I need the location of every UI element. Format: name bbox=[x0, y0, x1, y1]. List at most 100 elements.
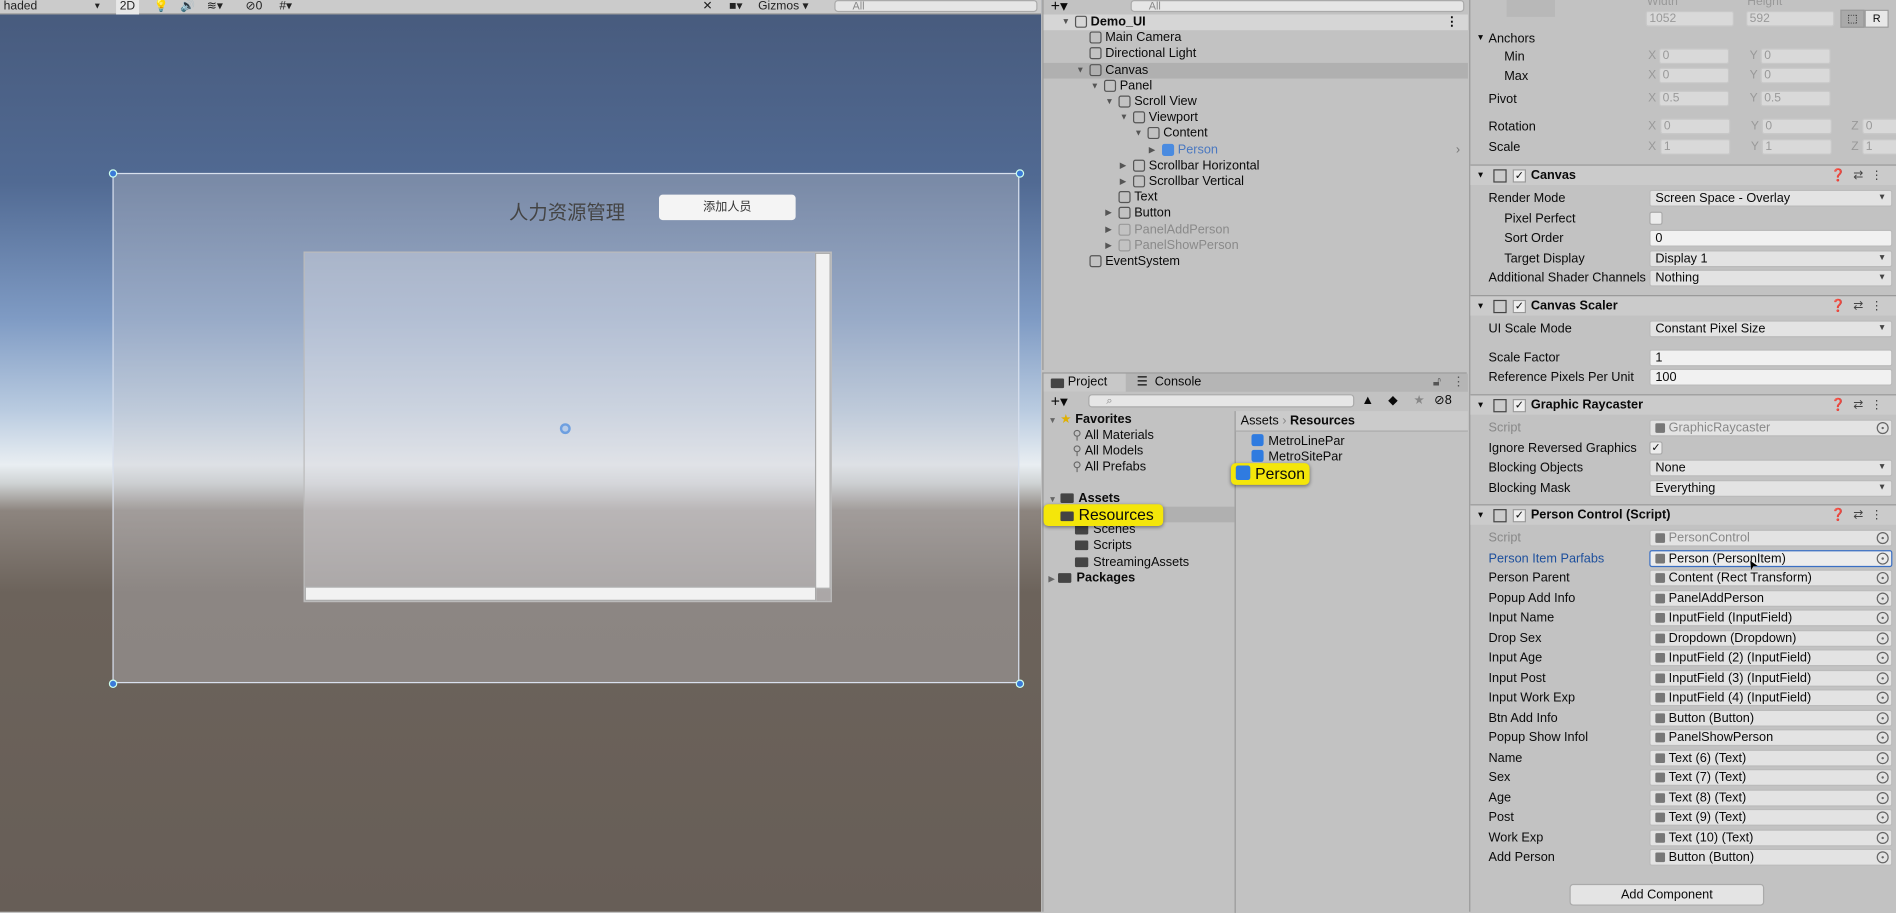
hierarchy-item[interactable]: ▼ Content bbox=[1044, 126, 1468, 142]
property-dropdown[interactable]: Constant Pixel Size ▼ bbox=[1649, 320, 1893, 338]
more-icon[interactable]: ⋮ bbox=[1452, 375, 1465, 390]
breadcrumb-assets[interactable]: Assets bbox=[1241, 414, 1279, 429]
audio-icon[interactable]: 🔊 bbox=[177, 0, 199, 15]
property-dropdown[interactable]: Nothing ▼ bbox=[1649, 269, 1893, 287]
object-field[interactable]: InputField (3) (InputField) bbox=[1649, 669, 1893, 687]
hierarchy-item[interactable]: ▼ Viewport bbox=[1044, 110, 1468, 126]
anchor-min-y[interactable]: 0 bbox=[1760, 48, 1831, 65]
hierarchy-item[interactable]: Directional Light bbox=[1044, 46, 1468, 62]
object-picker-icon[interactable] bbox=[1876, 551, 1889, 565]
scale-z[interactable]: 1 bbox=[1862, 139, 1896, 155]
grid-icon[interactable]: #▾ bbox=[276, 0, 296, 15]
object-picker-icon[interactable] bbox=[1876, 691, 1889, 704]
asset-folder[interactable]: Scripts bbox=[1074, 539, 1132, 555]
hierarchy-item[interactable]: ▼ Panel bbox=[1044, 78, 1468, 94]
ui-add-person-button[interactable]: 添加人员 bbox=[659, 194, 796, 221]
rotation-z[interactable]: 0 bbox=[1862, 118, 1896, 135]
tools-icon[interactable]: ✕ bbox=[699, 0, 716, 15]
asset-file[interactable]: Person bbox=[1230, 463, 1310, 485]
expand-arrow-down-icon[interactable]: ▼ bbox=[1076, 62, 1084, 78]
packages-folder[interactable]: ▶ Packages bbox=[1048, 571, 1135, 587]
object-picker-icon[interactable] bbox=[1876, 671, 1889, 684]
hierarchy-item[interactable]: ▼ Canvas bbox=[1043, 62, 1468, 79]
vertical-scrollbar[interactable] bbox=[814, 252, 831, 589]
object-picker-icon[interactable] bbox=[1876, 751, 1889, 764]
hierarchy-search-input[interactable]: All bbox=[1130, 0, 1465, 13]
scale-y[interactable]: 1 bbox=[1761, 139, 1832, 155]
object-picker-icon[interactable] bbox=[1876, 611, 1889, 624]
hierarchy-item[interactable]: EventSystem bbox=[1044, 254, 1468, 270]
object-field[interactable]: PanelShowPerson bbox=[1649, 729, 1893, 747]
component-tools-icons[interactable]: ❓⇄⋮ bbox=[1831, 296, 1890, 317]
object-field[interactable]: Text (8) (Text) bbox=[1649, 788, 1893, 806]
hierarchy-item[interactable]: ▶ Button bbox=[1044, 206, 1468, 222]
property-dropdown[interactable]: Display 1 ▼ bbox=[1649, 249, 1893, 267]
object-field[interactable]: Person (PersonItem) bbox=[1649, 549, 1893, 567]
hierarchy-item[interactable]: Text bbox=[1044, 190, 1468, 206]
asset-folder[interactable]: StreamingAssets bbox=[1074, 555, 1189, 571]
create-asset-button[interactable]: +▾ bbox=[1051, 392, 1068, 411]
expand-arrow-down-icon[interactable]: ▼ bbox=[1091, 78, 1099, 94]
component-enabled-checkbox[interactable]: ✓ bbox=[1512, 399, 1526, 413]
object-picker-icon[interactable] bbox=[1876, 831, 1889, 844]
object-picker-icon[interactable] bbox=[1876, 811, 1889, 824]
object-field[interactable]: Text (7) (Text) bbox=[1649, 769, 1893, 786]
pivot-y[interactable]: 0.5 bbox=[1760, 90, 1831, 107]
chevron-right-icon[interactable]: › bbox=[1456, 143, 1460, 158]
rect-handle[interactable] bbox=[108, 679, 118, 689]
expand-arrow-down-icon[interactable]: ▼ bbox=[1134, 126, 1142, 142]
expand-arrow-right-icon[interactable]: ▶ bbox=[1120, 174, 1127, 190]
gizmos-dropdown[interactable]: Gizmos ▾ bbox=[755, 0, 825, 15]
star-icon[interactable]: ★ bbox=[1414, 393, 1425, 408]
object-picker-icon[interactable] bbox=[1876, 771, 1889, 784]
hierarchy-item[interactable]: ▼ Scroll View bbox=[1044, 94, 1468, 110]
favorite-item[interactable]: ⚲ All Models bbox=[1073, 444, 1144, 460]
graphic-raycaster-component-header[interactable]: ▼ ✓ Graphic Raycaster ❓⇄⋮ bbox=[1470, 394, 1896, 415]
object-field[interactable]: Button (Button) bbox=[1649, 848, 1893, 866]
asset-file[interactable]: MetroLinePar bbox=[1251, 434, 1345, 450]
property-dropdown[interactable]: None ▼ bbox=[1649, 459, 1893, 477]
hierarchy-item[interactable]: ▼ Demo_UI ⋮ bbox=[1043, 14, 1468, 31]
object-field[interactable]: InputField (InputField) bbox=[1649, 609, 1893, 627]
effects-icon[interactable]: ≋▾ bbox=[203, 0, 226, 15]
object-picker-icon[interactable] bbox=[1876, 651, 1889, 664]
scene-search-input[interactable]: All bbox=[834, 0, 1038, 13]
rect-handle[interactable] bbox=[108, 169, 118, 178]
pivot-x[interactable]: 0.5 bbox=[1658, 90, 1730, 107]
object-picker-icon[interactable] bbox=[1876, 731, 1889, 744]
scale-x[interactable]: 1 bbox=[1660, 139, 1731, 155]
blueprint-mode-button[interactable]: ⬚ bbox=[1840, 9, 1865, 28]
object-picker-icon[interactable] bbox=[1876, 571, 1889, 585]
object-field[interactable]: Button (Button) bbox=[1649, 709, 1893, 727]
rotation-y[interactable]: 0 bbox=[1761, 118, 1832, 135]
object-field[interactable]: InputField (4) (InputField) bbox=[1649, 689, 1893, 707]
project-search-input[interactable]: ⌕ bbox=[1088, 394, 1355, 408]
component-tools-icons[interactable]: ❓⇄⋮ bbox=[1831, 166, 1890, 187]
expand-arrow-right-icon[interactable]: ▶ bbox=[1105, 206, 1112, 222]
asset-folder-resources[interactable]: Resources bbox=[1043, 504, 1164, 526]
label-icon[interactable]: ◆ bbox=[1388, 393, 1398, 408]
object-picker-icon[interactable] bbox=[1876, 791, 1889, 804]
anchor-max-y[interactable]: 0 bbox=[1760, 67, 1831, 84]
object-field[interactable]: Text (6) (Text) bbox=[1649, 749, 1893, 767]
object-field[interactable]: Content (Rect Transform) bbox=[1649, 569, 1893, 587]
object-picker-icon[interactable] bbox=[1876, 591, 1889, 604]
component-enabled-checkbox[interactable]: ✓ bbox=[1512, 509, 1526, 523]
object-picker-icon[interactable] bbox=[1876, 851, 1889, 864]
hidden-packages-toggle[interactable]: ⊘8 bbox=[1434, 393, 1452, 408]
hierarchy-item[interactable]: ▶ Scrollbar Horizontal bbox=[1044, 158, 1468, 174]
object-picker-icon[interactable] bbox=[1876, 631, 1889, 644]
object-field[interactable]: Dropdown (Dropdown) bbox=[1649, 629, 1893, 647]
property-input[interactable]: 0 bbox=[1649, 229, 1893, 247]
tab-project[interactable]: Project bbox=[1043, 373, 1126, 392]
property-checkbox[interactable]: ✓ bbox=[1649, 440, 1663, 455]
favorite-item[interactable]: ⚲ All Prefabs bbox=[1073, 460, 1147, 476]
lighting-icon[interactable]: 💡 bbox=[150, 0, 172, 15]
favorites-folder[interactable]: ▼ ★ Favorites bbox=[1048, 412, 1131, 428]
pivot-handle[interactable] bbox=[559, 423, 571, 435]
horizontal-scrollbar[interactable] bbox=[304, 586, 817, 601]
expand-arrow-down-icon[interactable]: ▼ bbox=[1062, 15, 1070, 31]
anchor-min-x[interactable]: 0 bbox=[1658, 48, 1730, 65]
object-picker-icon[interactable] bbox=[1876, 422, 1889, 435]
object-field[interactable]: InputField (2) (InputField) bbox=[1649, 649, 1893, 667]
